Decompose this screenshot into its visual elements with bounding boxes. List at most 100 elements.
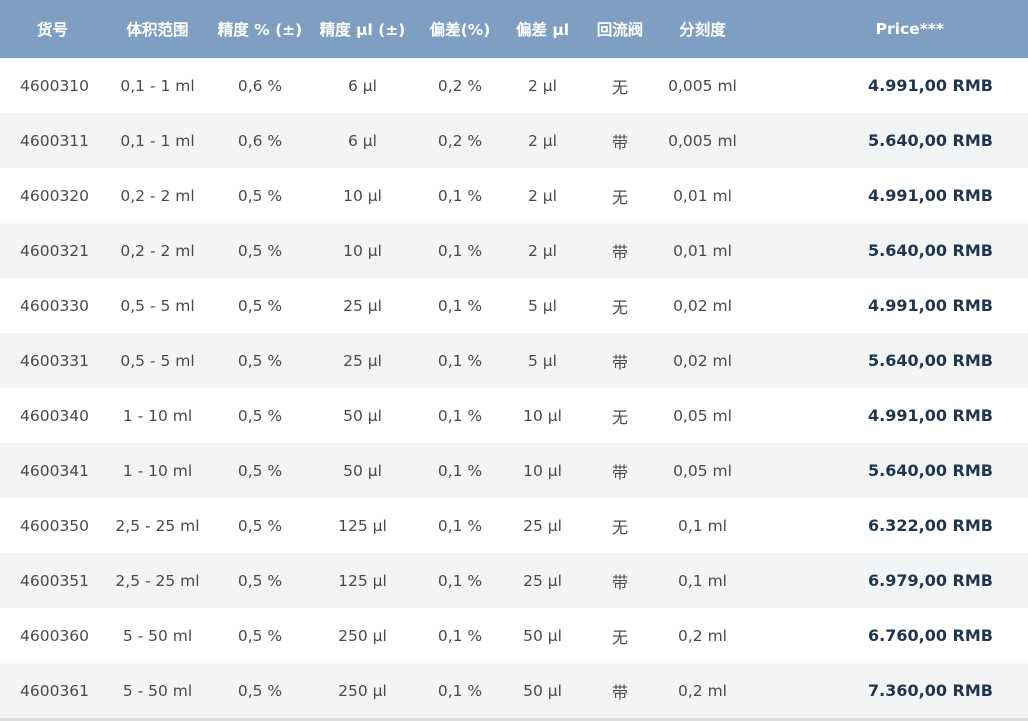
cell-precision-ul: 50 µl	[343, 461, 382, 480]
cell-graduation: 0,01 ml	[673, 186, 732, 205]
cell-volume-range: 1 - 10 ml	[122, 461, 193, 480]
cell-precision-percent: 0,5 %	[237, 186, 283, 205]
cell-deviation-ul: 10 µl	[523, 406, 562, 425]
cell-recirculation-valve: 带	[611, 132, 628, 152]
cell-precision-percent: 0,6 %	[237, 76, 283, 95]
cell-precision-percent: 0,5 %	[237, 626, 283, 645]
cell-precision-percent: 0,5 %	[237, 241, 283, 260]
table-row: 4600310 0,1 - 1 ml 0,6 % 6 µl 0,2 % 2 µl…	[0, 58, 1028, 113]
cell-price: 6.760,00 RMB	[868, 626, 993, 645]
cell-volume-range: 0,1 - 1 ml	[120, 131, 195, 150]
cell-price: 5.640,00 RMB	[868, 241, 993, 260]
cell-precision-ul: 25 µl	[343, 296, 382, 315]
cell-deviation-ul: 2 µl	[528, 131, 557, 150]
cell-deviation-ul: 25 µl	[523, 516, 562, 535]
cell-sku: 4600340	[20, 406, 90, 425]
cell-sku: 4600341	[20, 461, 90, 480]
cell-volume-range: 0,2 - 2 ml	[120, 241, 195, 260]
cell-price: 4.991,00 RMB	[868, 186, 993, 205]
product-price-table-container: 货号 体积范围 精度 % (±) 精度 µl (±) 偏差(%) 偏差 µl 回…	[0, 0, 1028, 721]
cell-graduation: 0,02 ml	[673, 351, 732, 370]
cell-precision-ul: 10 µl	[343, 241, 382, 260]
cell-recirculation-valve: 无	[611, 407, 628, 427]
header-precision-percent: 精度 % (±)	[217, 21, 303, 39]
cell-volume-range: 0,1 - 1 ml	[120, 76, 195, 95]
table-row: 4600340 1 - 10 ml 0,5 % 50 µl 0,1 % 10 µ…	[0, 388, 1028, 443]
cell-precision-percent: 0,5 %	[237, 406, 283, 425]
cell-deviation-percent: 0,2 %	[437, 131, 483, 150]
cell-sku: 4600331	[20, 351, 90, 370]
cell-deviation-ul: 2 µl	[528, 76, 557, 95]
cell-recirculation-valve: 带	[611, 352, 628, 372]
cell-precision-percent: 0,5 %	[237, 461, 283, 480]
table-row: 4600311 0,1 - 1 ml 0,6 % 6 µl 0,2 % 2 µl…	[0, 113, 1028, 168]
cell-precision-ul: 125 µl	[338, 571, 387, 590]
cell-recirculation-valve: 无	[611, 517, 628, 537]
cell-price: 6.322,00 RMB	[868, 516, 993, 535]
table-row: 4600320 0,2 - 2 ml 0,5 % 10 µl 0,1 % 2 µ…	[0, 168, 1028, 223]
cell-price: 5.640,00 RMB	[868, 131, 993, 150]
cell-deviation-percent: 0,1 %	[437, 461, 483, 480]
cell-price: 4.991,00 RMB	[868, 296, 993, 315]
cell-graduation: 0,01 ml	[673, 241, 732, 260]
cell-precision-ul: 50 µl	[343, 406, 382, 425]
header-graduation: 分刻度	[679, 21, 726, 39]
cell-graduation: 0,005 ml	[668, 131, 737, 150]
cell-price: 5.640,00 RMB	[868, 461, 993, 480]
cell-graduation: 0,05 ml	[673, 461, 732, 480]
header-precision-ul: 精度 µl (±)	[319, 21, 406, 39]
table-row: 4600321 0,2 - 2 ml 0,5 % 10 µl 0,1 % 2 µ…	[0, 223, 1028, 278]
header-price: Price***	[875, 20, 944, 38]
cell-deviation-ul: 25 µl	[523, 571, 562, 590]
cell-recirculation-valve: 带	[611, 572, 628, 592]
cell-recirculation-valve: 无	[611, 187, 628, 207]
header-deviation-percent: 偏差(%)	[429, 21, 491, 39]
cell-price: 6.979,00 RMB	[868, 571, 993, 590]
table-body: 4600310 0,1 - 1 ml 0,6 % 6 µl 0,2 % 2 µl…	[0, 58, 1028, 718]
table-header: 货号 体积范围 精度 % (±) 精度 µl (±) 偏差(%) 偏差 µl 回…	[0, 0, 1028, 58]
cell-precision-percent: 0,6 %	[237, 131, 283, 150]
cell-volume-range: 2,5 - 25 ml	[115, 516, 200, 535]
cell-deviation-percent: 0,1 %	[437, 296, 483, 315]
cell-graduation: 0,1 ml	[678, 571, 727, 590]
cell-sku: 4600351	[20, 571, 90, 590]
cell-volume-range: 0,2 - 2 ml	[120, 186, 195, 205]
cell-volume-range: 5 - 50 ml	[122, 626, 193, 645]
table-row: 4600341 1 - 10 ml 0,5 % 50 µl 0,1 % 10 µ…	[0, 443, 1028, 498]
cell-graduation: 0,02 ml	[673, 296, 732, 315]
cell-price: 5.640,00 RMB	[868, 351, 993, 370]
cell-recirculation-valve: 带	[611, 462, 628, 482]
cell-deviation-ul: 50 µl	[523, 681, 562, 700]
table-row: 4600351 2,5 - 25 ml 0,5 % 125 µl 0,1 % 2…	[0, 553, 1028, 608]
header-volume-range: 体积范围	[126, 21, 189, 39]
header-recirculation-valve: 回流阀	[596, 21, 644, 39]
cell-precision-ul: 10 µl	[343, 186, 382, 205]
cell-volume-range: 0,5 - 5 ml	[120, 351, 195, 370]
cell-graduation: 0,1 ml	[678, 516, 727, 535]
cell-recirculation-valve: 无	[611, 297, 628, 317]
cell-deviation-ul: 5 µl	[528, 296, 557, 315]
cell-graduation: 0,005 ml	[668, 76, 737, 95]
cell-precision-ul: 6 µl	[348, 131, 377, 150]
table-row: 4600330 0,5 - 5 ml 0,5 % 25 µl 0,1 % 5 µ…	[0, 278, 1028, 333]
cell-deviation-percent: 0,1 %	[437, 241, 483, 260]
cell-recirculation-valve: 带	[611, 242, 628, 262]
header-row: 货号 体积范围 精度 % (±) 精度 µl (±) 偏差(%) 偏差 µl 回…	[0, 0, 1028, 58]
cell-deviation-percent: 0,1 %	[437, 626, 483, 645]
cell-sku: 4600310	[20, 76, 90, 95]
cell-deviation-ul: 2 µl	[528, 186, 557, 205]
table-row: 4600360 5 - 50 ml 0,5 % 250 µl 0,1 % 50 …	[0, 608, 1028, 663]
cell-graduation: 0,05 ml	[673, 406, 732, 425]
cell-deviation-ul: 10 µl	[523, 461, 562, 480]
cell-precision-ul: 25 µl	[343, 351, 382, 370]
cell-deviation-percent: 0,2 %	[437, 76, 483, 95]
cell-volume-range: 1 - 10 ml	[122, 406, 193, 425]
cell-sku: 4600330	[20, 296, 90, 315]
cell-deviation-ul: 50 µl	[523, 626, 562, 645]
cell-sku: 4600311	[20, 131, 90, 150]
table-row: 4600350 2,5 - 25 ml 0,5 % 125 µl 0,1 % 2…	[0, 498, 1028, 553]
cell-precision-ul: 250 µl	[338, 681, 387, 700]
cell-sku: 4600321	[20, 241, 90, 260]
cell-recirculation-valve: 无	[611, 627, 628, 647]
cell-sku: 4600361	[20, 681, 90, 700]
